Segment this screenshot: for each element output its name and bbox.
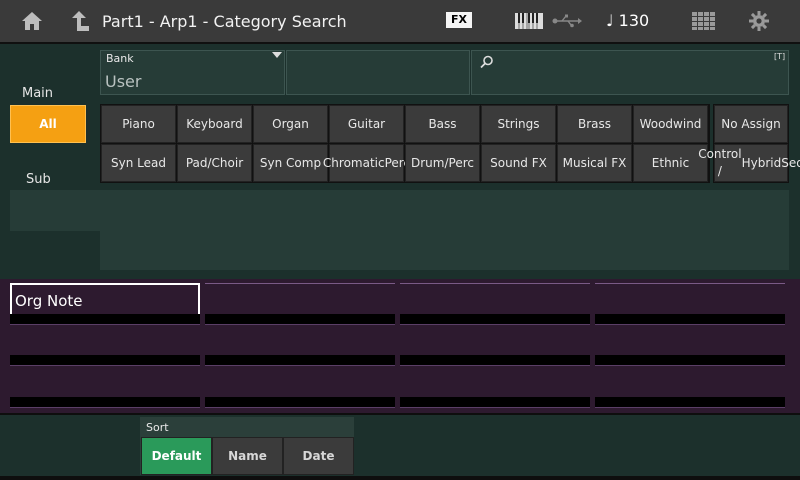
result-cell-divider [595,314,785,324]
all-category-button[interactable]: All [10,105,86,143]
result-item-label: Org Note [15,292,83,310]
result-cell-divider [595,355,785,365]
fx-badge: FX [446,12,472,28]
result-cell-top-line [205,283,395,284]
category-button-bass[interactable]: Bass [405,105,480,143]
category-button-drum-perc[interactable]: Drum/Perc [405,144,480,182]
result-cell-top-line [595,324,785,325]
category-button-syn-comp[interactable]: Syn Comp [253,144,328,182]
usb-icon [550,0,584,42]
category-button-syn-lead[interactable]: Syn Lead [101,144,176,182]
text-input-icon[interactable]: [T] [774,52,785,61]
result-cell-top-line [10,324,200,325]
result-cell-top-line [205,407,395,408]
sub-category-label: Sub [26,172,51,187]
empty-field [286,50,470,95]
category-button-control-hybridseq[interactable]: Control / HybridSeq [698,144,800,182]
result-cell-top-line [595,283,785,284]
sort-name-button[interactable]: Name [212,437,283,475]
category-button-musical-fx[interactable]: Musical FX [557,144,632,182]
search-icon [480,54,494,69]
result-cell-top-line [400,283,590,284]
result-cell-divider [400,397,590,407]
result-cell-divider [205,397,395,407]
category-search-screen: Part1 - Arp1 - Category Search FX ♩ 130 [0,0,800,480]
category-button-piano[interactable]: Piano [101,105,176,143]
category-button-strings[interactable]: Strings [481,105,556,143]
category-button-keyboard[interactable]: Keyboard [177,105,252,143]
sort-default-button[interactable]: Default [141,437,212,475]
tempo-display[interactable]: ♩ 130 [606,0,649,42]
page-title: Part1 - Arp1 - Category Search [102,12,347,31]
category-button-ethnic[interactable]: Ethnic [633,144,708,182]
result-cell-divider [205,314,395,324]
result-cell-top-line [595,365,785,366]
category-button-sound-fx[interactable]: Sound FX [481,144,556,182]
result-cell-top-line [595,407,785,408]
result-cell-top-line [400,365,590,366]
main-category-label: Main [22,86,54,101]
bottom-base [0,476,800,480]
bank-value: User [105,72,142,91]
category-button-pad-choir[interactable]: Pad/Choir [177,144,252,182]
result-cell-divider [10,355,200,365]
result-cell-top-line [10,407,200,408]
category-button-no-assign[interactable]: No Assign [714,105,788,143]
result-cell-divider [10,314,200,324]
category-button-woodwind[interactable]: Woodwind [633,105,708,143]
sub-category-area [10,190,789,270]
result-cell-divider [595,397,785,407]
bottom-divider [0,413,800,415]
result-cell-divider [400,355,590,365]
sub-area-cutout [10,231,100,270]
sort-label: Sort [146,421,169,434]
result-cell-top-line [205,365,395,366]
category-button-guitar[interactable]: Guitar [329,105,404,143]
result-cell-divider [205,355,395,365]
category-button-chromatic-perc[interactable]: Chromatic Perc [323,144,410,182]
result-cell-top-line [400,407,590,408]
keyboard-icon [514,0,544,42]
result-cell-divider [400,314,590,324]
grid-icon[interactable] [690,0,718,42]
sort-date-button[interactable]: Date [283,437,354,475]
top-bar-divider [0,42,800,44]
top-bar: Part1 - Arp1 - Category Search FX ♩ 130 [0,0,800,42]
bank-label: Bank [106,52,134,65]
result-cell-top-line [205,324,395,325]
search-input[interactable] [471,50,789,95]
dropdown-arrow-icon [272,52,282,58]
result-cell-divider [10,397,200,407]
result-cell-top-line [10,365,200,366]
category-button-brass[interactable]: Brass [557,105,632,143]
up-arrow-icon[interactable] [66,0,92,42]
result-cell-top-line [400,324,590,325]
category-button-organ[interactable]: Organ [253,105,328,143]
home-icon[interactable] [18,0,46,42]
gear-icon[interactable] [746,0,772,42]
